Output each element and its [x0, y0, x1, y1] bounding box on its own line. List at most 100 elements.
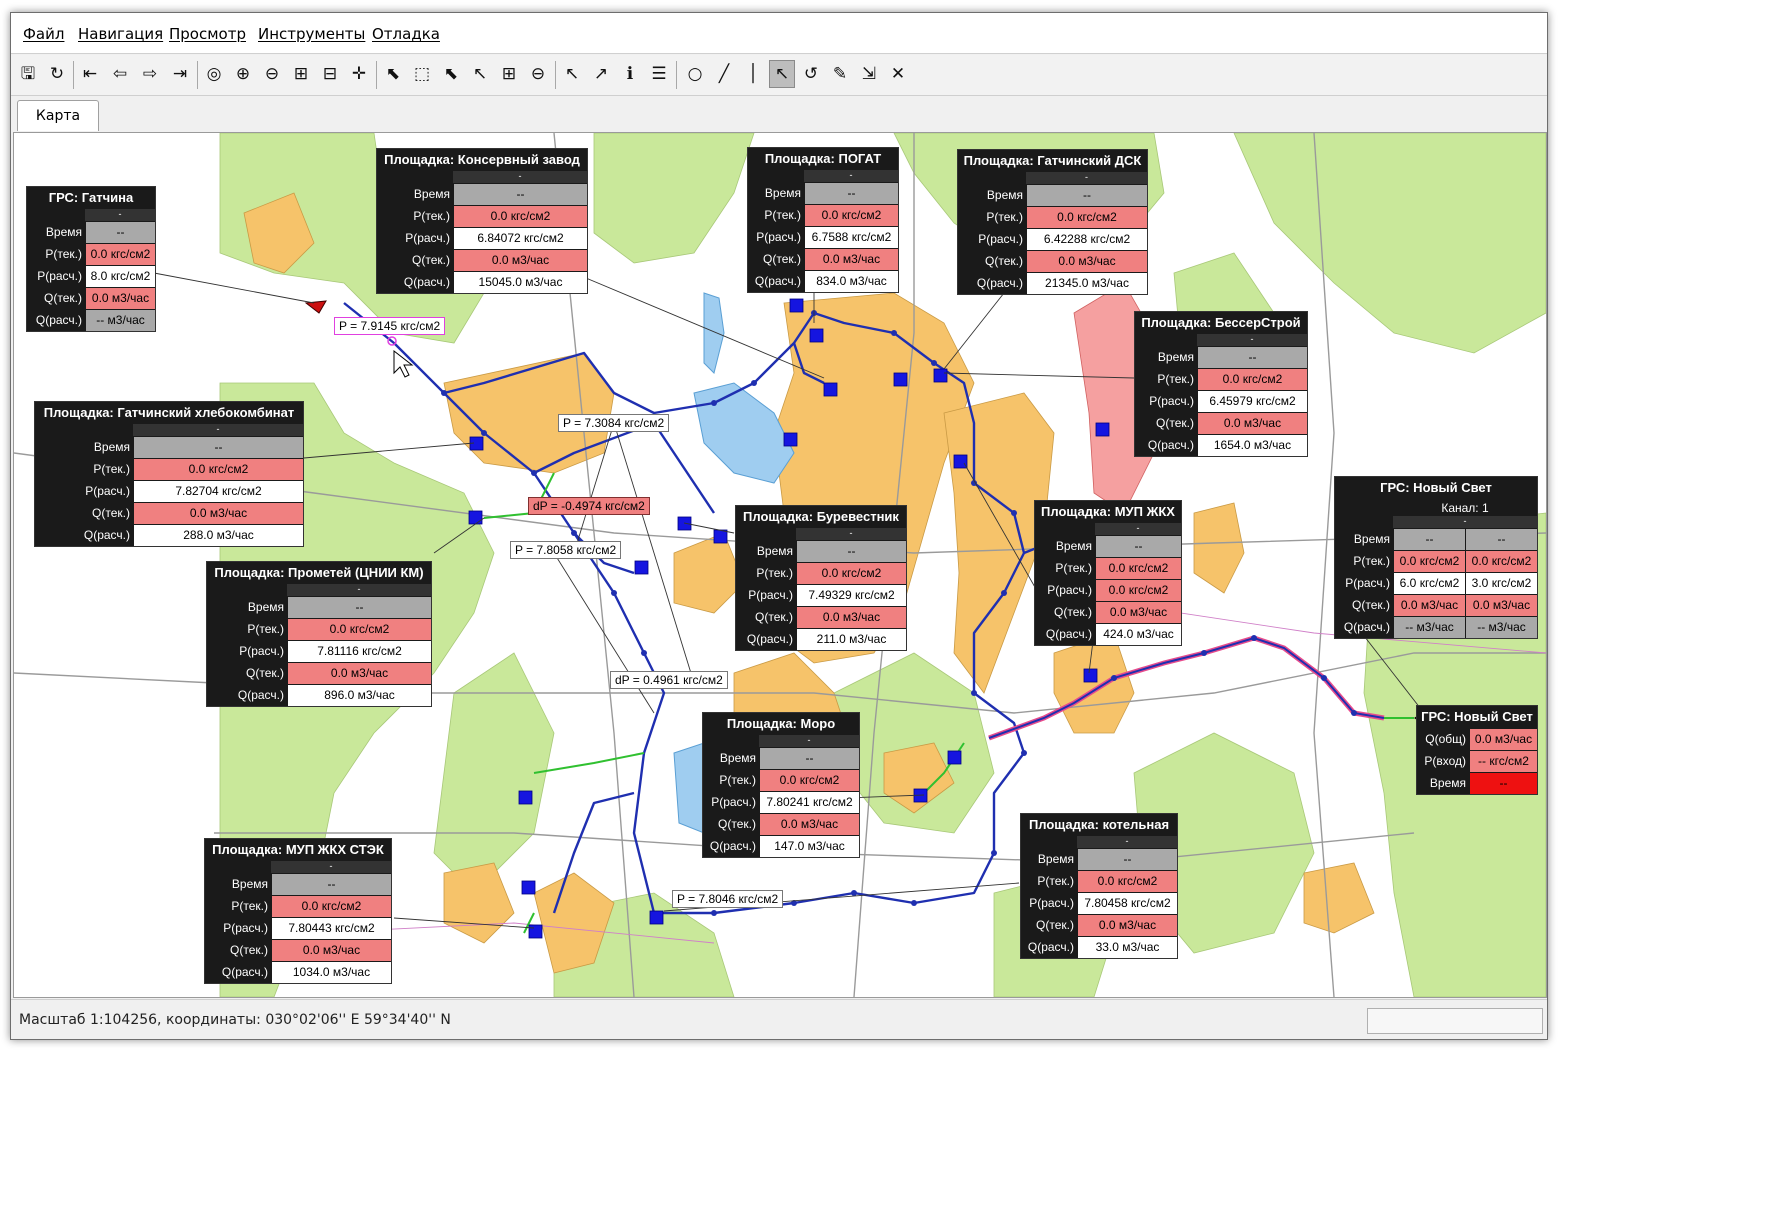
p-cur-label: P(тек.) [748, 205, 804, 226]
toolbar-separator [197, 61, 198, 89]
time-value: -- [796, 541, 906, 562]
p-cur-value: 0.0 кгс/см2 [1465, 551, 1537, 572]
site-panel-mup-zhkh[interactable]: Площадка: МУП ЖКХ - Время -- P(тек.) 0.0 к… [1034, 500, 1182, 646]
p-cur-label: P(тек.) [703, 770, 759, 791]
temperature-icon[interactable]: │ [740, 60, 766, 88]
back-icon[interactable]: ⇦ [107, 60, 133, 88]
zoom-out-icon[interactable]: ⊖ [259, 60, 285, 88]
select-grid-icon[interactable]: ⊞ [496, 60, 522, 88]
q-cur-value: 0.0 м3/час [1393, 595, 1465, 616]
q-total-value: 0.0 м3/час [1469, 729, 1537, 750]
menu-debug[interactable]: Отладка [372, 25, 440, 43]
site-panel-konservny-zavod[interactable]: Площадка: Консервный завод - Время -- P(т… [376, 148, 588, 294]
panel-title: Площадка: Гатчинский ДСК [963, 153, 1142, 168]
select-add-icon[interactable]: ⬉ [438, 60, 464, 88]
site-panel-moro[interactable]: Площадка: Моро - Время -- P(тек.) 0.0 кгс/… [702, 712, 860, 858]
zoom-extent-icon[interactable]: ⊟ [317, 60, 343, 88]
q-calc-label: Q(расч.) [207, 685, 287, 706]
panel-title: ГРС: Новый Свет [1380, 480, 1492, 495]
menu-file[interactable]: Файл [23, 25, 64, 43]
grs-gatchina-panel[interactable]: ГРС: Гатчина - Время -- P(тек.) 0.0 кгс/см… [26, 186, 156, 332]
identify-icon[interactable]: ↖ [559, 60, 585, 88]
pan-icon[interactable]: ✛ [346, 60, 372, 88]
pointer-select-icon[interactable]: ↖ [769, 60, 795, 88]
q-cur-value: 0.0 м3/час [453, 250, 587, 271]
q-calc-label: Q(расч.) [748, 271, 804, 292]
refresh-icon[interactable]: ↻ [44, 60, 70, 88]
panel-title: Площадка: Моро [726, 716, 836, 731]
identify-point-icon[interactable]: ↗ [588, 60, 614, 88]
p-cur-label: P(тек.) [1335, 551, 1393, 572]
info-icon[interactable]: ℹ [617, 60, 643, 88]
panel-title: Площадка: Консервный завод [384, 152, 580, 167]
edit-icon[interactable]: ✎ [827, 60, 853, 88]
first-icon[interactable]: ⇤ [77, 60, 103, 88]
tab-map[interactable]: Карта [17, 100, 99, 131]
last-icon[interactable]: ⇥ [167, 60, 193, 88]
zoom-window-icon[interactable]: ⊞ [288, 60, 314, 88]
grs-novy-svet-small-panel[interactable]: ГРС: Новый Свет Q(общ) 0.0 м3/час P(вход)… [1416, 705, 1538, 795]
select-clear-icon[interactable]: ⊖ [525, 60, 551, 88]
q-calc-value: 834.0 м3/час [804, 271, 898, 292]
time-value: -- [453, 184, 587, 205]
close-icon[interactable]: ✕ [885, 60, 911, 88]
site-panel-khlebokombinat[interactable]: Площадка: Гатчинский хлебокомбинат - Вре… [34, 401, 304, 547]
export-icon[interactable]: ⇲ [856, 60, 882, 88]
site-panel-pogat[interactable]: Площадка: ПОГАТ - Время -- P(тек.) 0.0 кгс… [747, 147, 899, 293]
pressure-tag: P = 7.8046 кгс/см2 [672, 890, 784, 908]
p-calc-label: P(расч.) [748, 227, 804, 248]
p-calc-label: P(расч.) [377, 228, 453, 249]
p-calc-label: P(расч.) [207, 641, 287, 662]
time-label: Время [1035, 536, 1095, 557]
q-cur-value: 0.0 м3/час [1026, 251, 1147, 272]
q-cur-value: 0.0 м3/час [759, 814, 859, 835]
site-panel-burevestnik[interactable]: Площадка: Буревестник - Время -- P(тек.) 0… [735, 505, 907, 651]
p-calc-label: P(расч.) [958, 229, 1026, 250]
q-cur-label: Q(тек.) [736, 607, 796, 628]
pressure-tag: P = 7.3084 кгс/см2 [558, 414, 670, 432]
save-icon[interactable]: 🖫 [15, 60, 41, 88]
q-cur-label: Q(тек.) [1135, 413, 1197, 434]
q-cur-label: Q(тек.) [35, 503, 133, 524]
grs-novy-svet-panel[interactable]: ГРС: Новый Свет Канал: 1 - Время -- -- P(т… [1334, 476, 1538, 639]
panel-channel: - [453, 171, 587, 183]
menu-navigation[interactable]: Навигация [78, 25, 163, 43]
site-panel-mup-zhkh-stek[interactable]: Площадка: МУП ЖКХ СТЭК - Время -- P(тек.)… [204, 838, 392, 984]
time-label: Время [958, 185, 1026, 206]
q-cur-label: Q(тек.) [1335, 595, 1393, 616]
site-panel-gatchinsky-dsk[interactable]: Площадка: Гатчинский ДСК - Время -- P(тек… [957, 149, 1148, 295]
rotate-icon[interactable]: ↺ [798, 60, 824, 88]
site-panel-besserstroy[interactable]: Площадка: БессерСтрой - Время -- P(тек.) 0… [1134, 311, 1308, 457]
q-calc-value: -- м3/час [1465, 617, 1537, 638]
globe-icon[interactable]: ◎ [201, 60, 227, 88]
panel-channel: - [1197, 334, 1307, 346]
q-calc-value: 147.0 м3/час [759, 836, 859, 857]
p-calc-label: P(расч.) [1335, 573, 1393, 594]
q-cur-label: Q(тек.) [207, 663, 287, 684]
menu-tools[interactable]: Инструменты [258, 25, 365, 43]
panel-channel: - [271, 861, 391, 873]
q-cur-label: Q(тек.) [958, 251, 1026, 272]
q-cur-value: 0.0 м3/час [804, 249, 898, 270]
select-layer-icon[interactable]: ⬉ [380, 60, 406, 88]
measure-icon[interactable]: ╱ [711, 60, 737, 88]
p-calc-value: 6.7588 кгс/см2 [804, 227, 898, 248]
map-view[interactable]: P = 7.9145 кгс/см2 P = 7.3084 кгс/см2 dP… [13, 132, 1547, 998]
p-cur-value: 0.0 кгс/см2 [1026, 207, 1147, 228]
tab-strip: Карта [11, 96, 1547, 132]
forward-icon[interactable]: ⇨ [137, 60, 163, 88]
q-cur-value: 0.0 м3/час [1465, 595, 1537, 616]
p-cur-value: 0.0 кгс/см2 [133, 459, 303, 480]
select-rect-icon[interactable]: ⬚ [409, 60, 435, 88]
q-calc-value: -- м3/час [1393, 617, 1465, 638]
select-remove-icon[interactable]: ↖ [467, 60, 493, 88]
zoom-in-icon[interactable]: ⊕ [230, 60, 256, 88]
info-list-icon[interactable]: ☰ [646, 60, 672, 88]
q-calc-label: Q(расч.) [736, 629, 796, 650]
q-calc-value: 1034.0 м3/час [271, 962, 391, 983]
site-panel-prometey[interactable]: Площадка: Прометей (ЦНИИ КМ) - Время -- P… [206, 561, 432, 707]
site-panel-kotelnaya[interactable]: Площадка: котельная - Время -- P(тек.) 0.0… [1020, 813, 1178, 959]
circle-tool-icon[interactable]: ○ [682, 60, 708, 88]
menu-view[interactable]: Просмотр [169, 25, 246, 43]
q-cur-value: 0.0 м3/час [133, 503, 303, 524]
